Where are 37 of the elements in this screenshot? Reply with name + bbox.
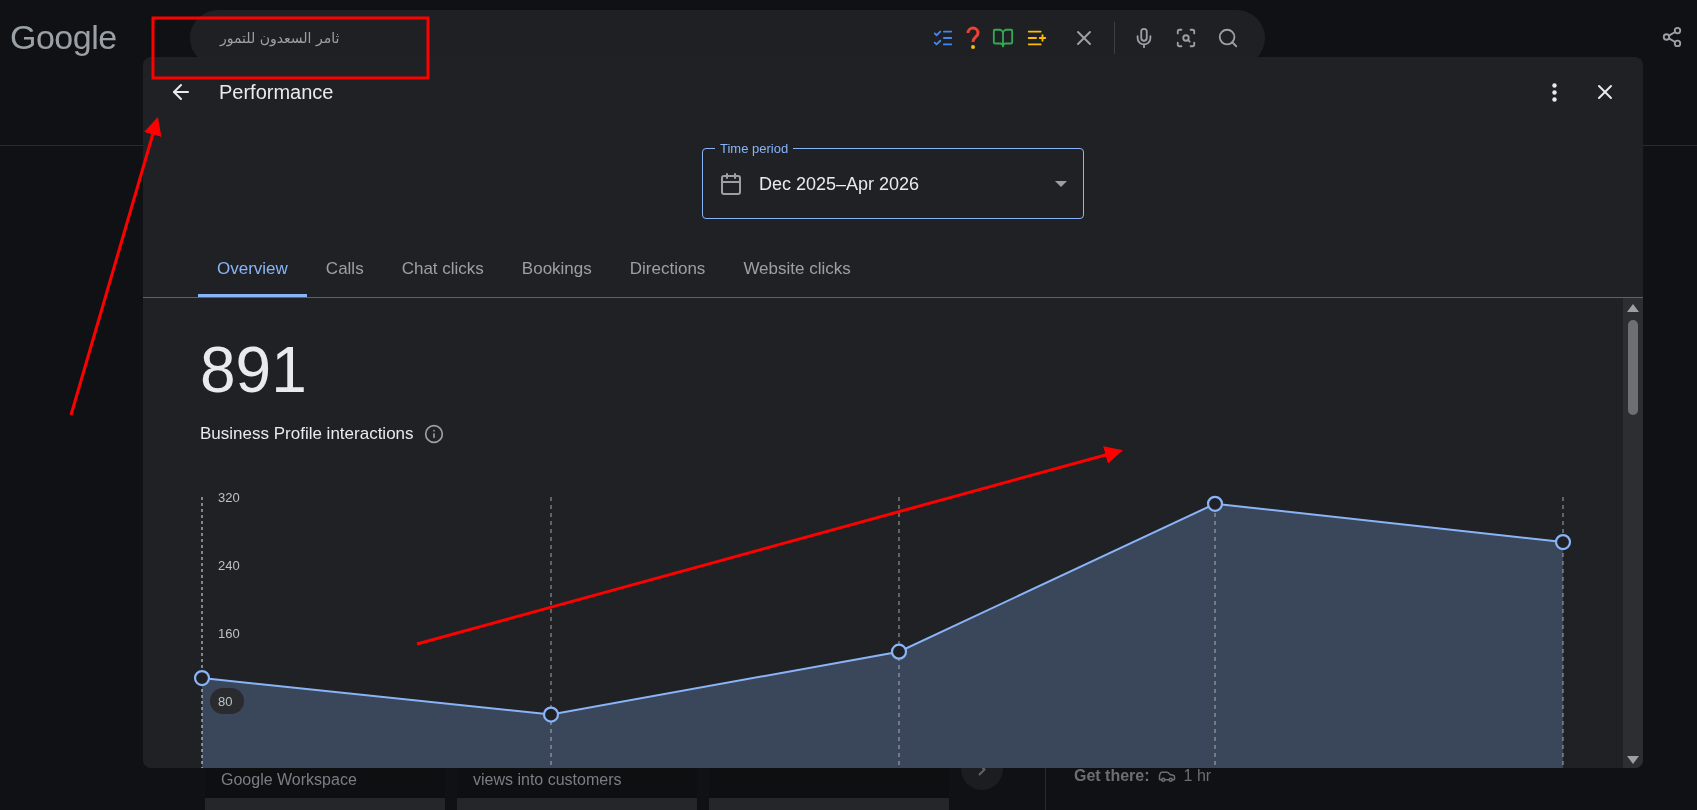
tab[interactable]: Bookings xyxy=(502,253,611,297)
tab[interactable]: Overview xyxy=(198,253,307,297)
more-vertical-icon xyxy=(1552,82,1557,102)
card-title: Google Workspace xyxy=(221,771,357,788)
info-label: Get there: xyxy=(1074,767,1150,785)
card-title: views into customers xyxy=(473,771,622,788)
total-count: 891 xyxy=(200,338,308,402)
search-icon[interactable] xyxy=(1217,27,1239,49)
field-value: Dec 2025–Apr 2026 xyxy=(759,173,921,195)
tab[interactable]: Chat clicks xyxy=(382,253,503,297)
tab[interactable]: Website clicks xyxy=(724,253,870,297)
caret-icon xyxy=(1055,181,1067,187)
dialog-title: Performance xyxy=(219,80,335,104)
question-icon[interactable] xyxy=(966,26,980,50)
metric-label: Business Profile interactions xyxy=(200,424,414,444)
calendar-icon xyxy=(719,172,743,196)
data-point[interactable] xyxy=(890,643,908,660)
axis-tick-label: 80 xyxy=(218,694,233,709)
book-icon[interactable] xyxy=(992,27,1014,49)
scrollbar[interactable] xyxy=(1623,298,1643,768)
tab[interactable]: Directions xyxy=(610,253,725,297)
share-icon[interactable] xyxy=(1661,26,1683,48)
camera-search-icon[interactable] xyxy=(1175,27,1197,49)
info-icon[interactable] xyxy=(423,424,444,444)
time-period-dropdown[interactable]: Time period Dec 2025–Apr 2026 xyxy=(702,141,1084,219)
axis-tick-label: 240 xyxy=(218,558,240,573)
data-point[interactable] xyxy=(1554,533,1572,551)
axis-tick-label: 320 xyxy=(218,490,240,505)
data-point[interactable] xyxy=(542,706,560,723)
field-label: Time period xyxy=(719,141,790,156)
data-point[interactable] xyxy=(193,669,211,687)
google-logo[interactable]: Google xyxy=(10,18,170,57)
tab[interactable]: Calls xyxy=(306,253,383,297)
data-point[interactable] xyxy=(1206,495,1224,512)
info-value: 1 hr xyxy=(1183,767,1212,785)
search-text: ثامر السعدون للتمور xyxy=(220,30,340,46)
axis-tick-label: 160 xyxy=(218,626,240,641)
